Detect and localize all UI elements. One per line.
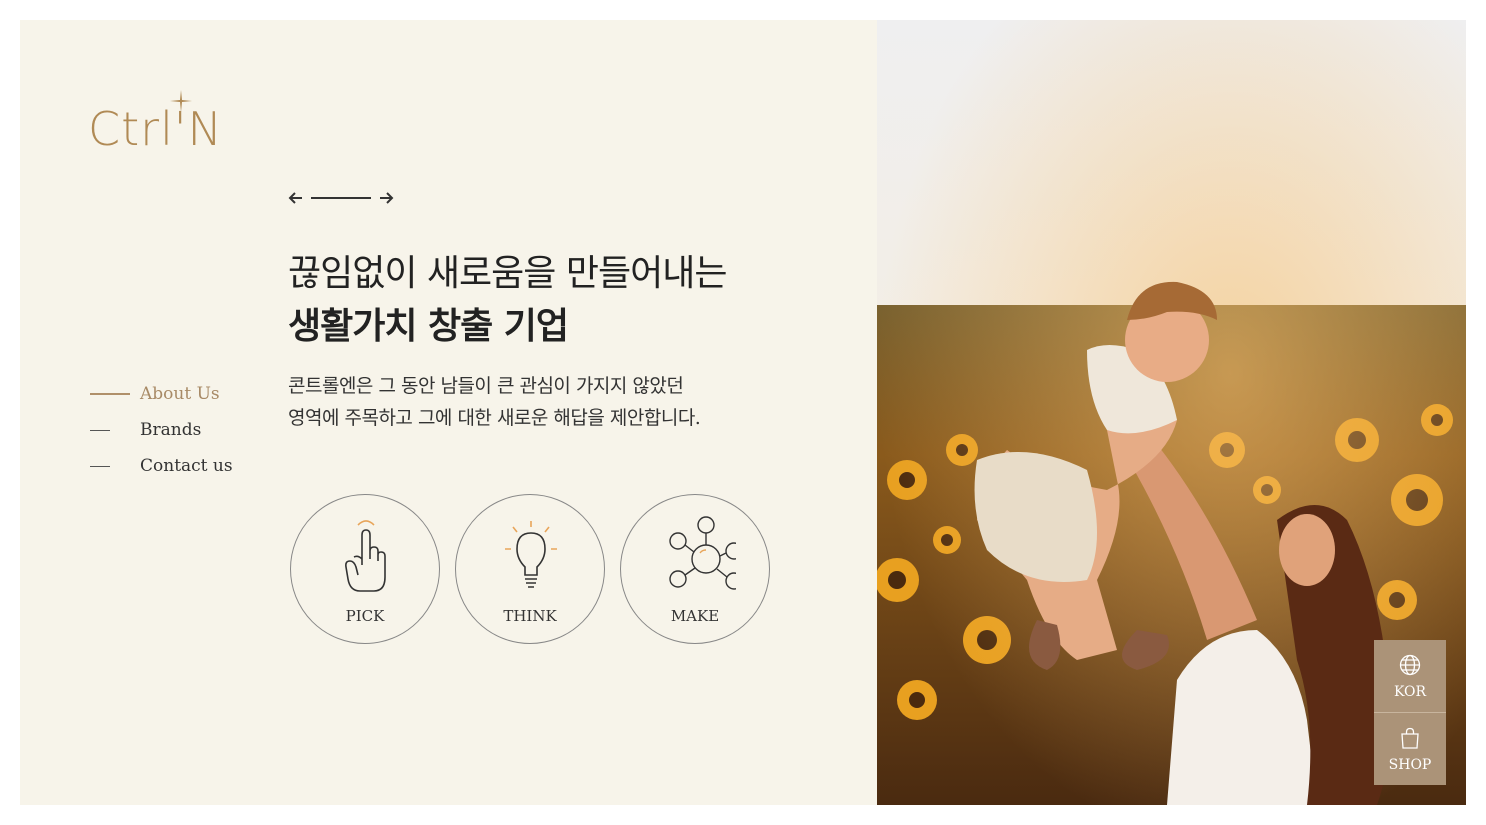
pointing-hand-icon <box>345 520 386 592</box>
globe-icon <box>1399 654 1421 676</box>
feature-think[interactable]: THINK <box>455 494 605 644</box>
description: 콘트롤엔은 그 동안 남들이 큰 관심이 가지지 않았던 영역에 주목하고 그에… <box>288 370 701 434</box>
feature-label: THINK <box>503 607 557 625</box>
feature-circles: PICK THINK MAKE <box>290 494 770 644</box>
shop-button[interactable]: SHOP <box>1374 713 1446 785</box>
headline-line-1: 끊임없이 새로움을 만들어내는 <box>288 253 727 294</box>
side-menu-label: About Us <box>140 384 220 404</box>
feature-label: MAKE <box>670 607 720 625</box>
utility-bar: KOR SHOP <box>1374 640 1446 785</box>
logo[interactable]: Ctrl'N <box>88 90 228 160</box>
lightbulb-icon <box>505 521 557 588</box>
network-icon <box>669 516 736 590</box>
side-menu: About Us Brands Contact us <box>90 376 233 484</box>
shop-label: SHOP <box>1388 757 1432 773</box>
side-menu-label: Brands <box>140 420 202 440</box>
feature-pick[interactable]: PICK <box>290 494 440 644</box>
feature-make[interactable]: MAKE <box>620 494 770 644</box>
side-menu-item-brands[interactable]: Brands <box>90 412 233 448</box>
arrow-left-icon[interactable] <box>288 188 304 208</box>
logo-text: Ctrl'N <box>88 102 223 156</box>
page-frame: Ctrl'N 끊임없이 새로움을 만들어내는 생활가치 창출 기업 콘트롤엔은 … <box>20 20 1466 805</box>
headline-line-2: 생활가치 창출 기업 <box>288 305 569 347</box>
menu-dash <box>90 465 110 467</box>
language-label: KOR <box>1393 684 1427 700</box>
feature-label: PICK <box>345 607 385 625</box>
shopping-bag-icon <box>1401 727 1419 749</box>
side-menu-label: Contact us <box>140 456 233 476</box>
arrow-right-icon[interactable] <box>378 188 394 208</box>
side-menu-item-about-us[interactable]: About Us <box>90 376 233 412</box>
intro-panel: Ctrl'N 끊임없이 새로움을 만들어내는 생활가치 창출 기업 콘트롤엔은 … <box>20 20 877 805</box>
headline: 끊임없이 새로움을 만들어내는 생활가치 창출 기업 <box>288 248 727 352</box>
menu-dash <box>90 393 130 395</box>
menu-dash <box>90 429 110 431</box>
slide-progress-bar <box>311 197 371 199</box>
description-line-1: 콘트롤엔은 그 동안 남들이 큰 관심이 가지지 않았던 <box>288 375 684 397</box>
description-line-2: 영역에 주목하고 그에 대한 새로운 해답을 제안합니다. <box>288 407 701 429</box>
sparkle-icon <box>170 90 192 112</box>
language-button[interactable]: KOR <box>1374 640 1446 713</box>
side-menu-item-contact-us[interactable]: Contact us <box>90 448 233 484</box>
slide-navigation <box>288 188 398 208</box>
